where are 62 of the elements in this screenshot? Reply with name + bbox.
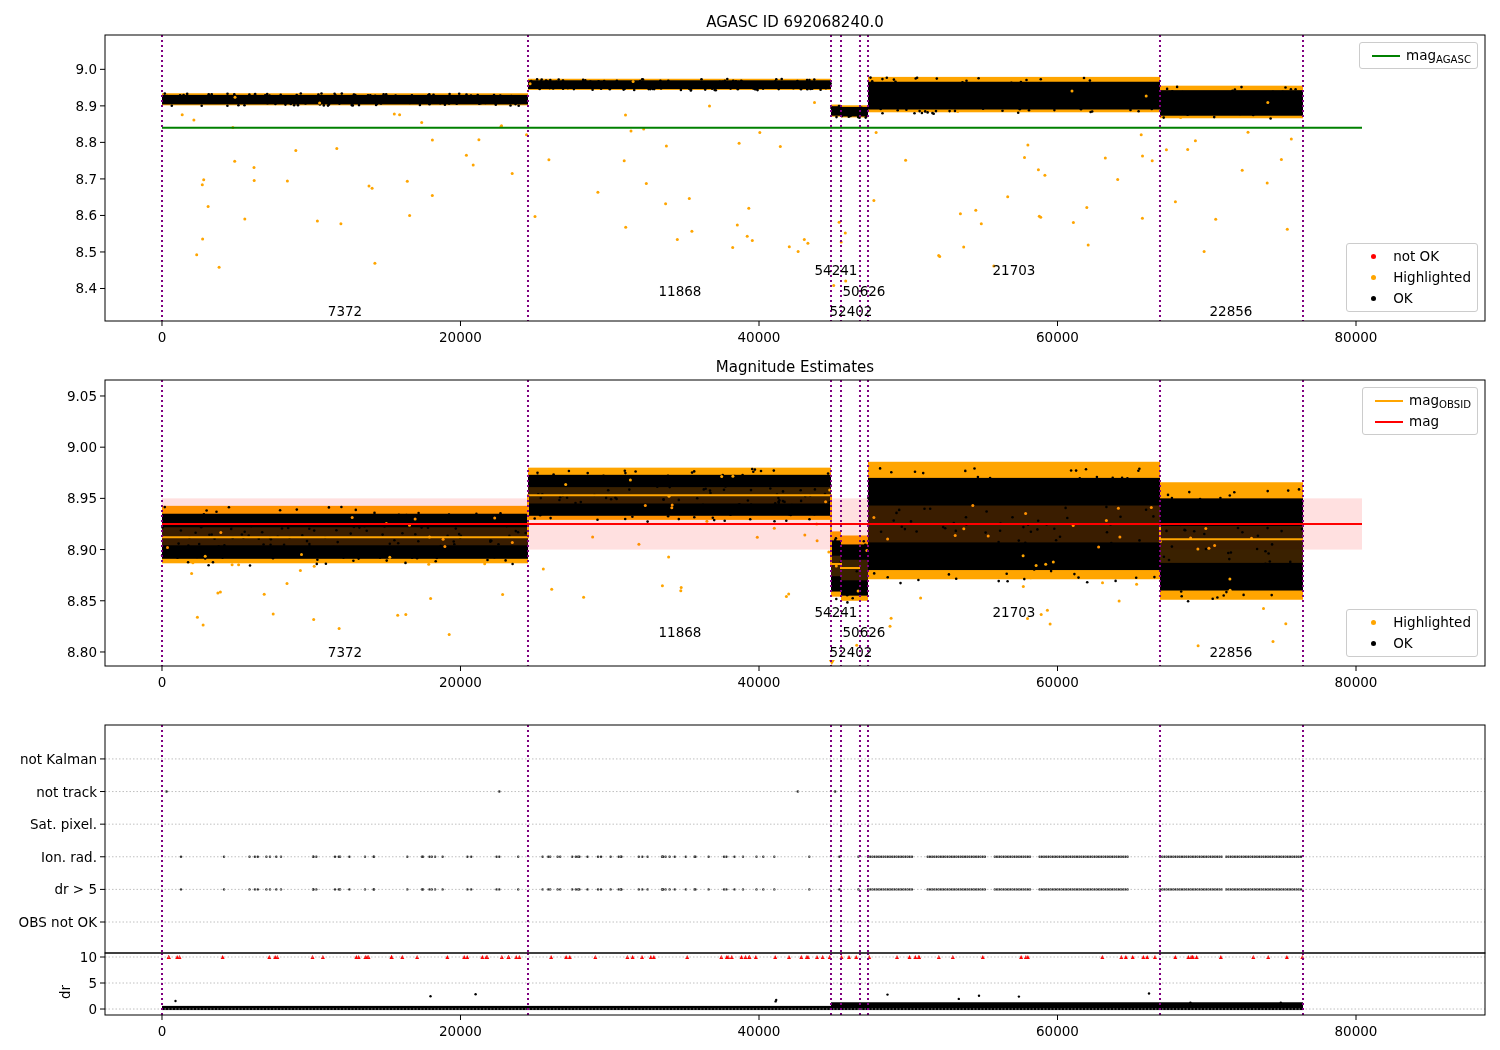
y-tick-label: 8.90 xyxy=(66,541,97,558)
x-tick-label: 60000 xyxy=(1036,674,1079,690)
x-tick-label: 60000 xyxy=(1036,1023,1079,1039)
x-tick-label: 40000 xyxy=(737,329,781,345)
y-tick-label: 8.6 xyxy=(75,207,97,224)
y-tick-label: not track xyxy=(36,783,97,800)
obsid-label: 52402 xyxy=(829,302,873,319)
obsid-label: 22856 xyxy=(1209,302,1253,319)
x-tick-label: 80000 xyxy=(1334,1023,1378,1039)
obsid-label: 21703 xyxy=(992,604,1036,621)
y-axis-label: dr xyxy=(57,984,73,1000)
x-tick-label: 0 xyxy=(157,674,167,690)
obsid-label: 50626 xyxy=(842,282,886,299)
obsid-label: 11868 xyxy=(658,282,702,299)
obsid-label: 11868 xyxy=(658,624,702,640)
legend-label: OK xyxy=(1393,289,1413,308)
obsid-label: 22856 xyxy=(1209,643,1253,660)
chart-title: AGASC ID 692068240.0 xyxy=(706,13,884,31)
x-tick-label: 40000 xyxy=(737,674,781,690)
y-tick-label: Ion. rad. xyxy=(40,848,97,865)
x-tick-label: 40000 xyxy=(737,1023,781,1039)
legend-label: Highlighted xyxy=(1393,268,1471,287)
legend-label: not OK xyxy=(1393,247,1440,266)
y-tick-label: 8.9 xyxy=(75,97,97,114)
legend-label: mag$_{OBSID}$ xyxy=(1409,391,1471,410)
y-tick-label: 0 xyxy=(88,1001,97,1017)
x-tick-label: 20000 xyxy=(439,674,482,690)
y-tick-label: 8.4 xyxy=(75,280,97,297)
obsid-label: 21703 xyxy=(992,262,1036,279)
obsid-label: 7372 xyxy=(327,302,363,319)
x-tick-label: 80000 xyxy=(1334,329,1378,345)
y-tick-label: OBS not OK xyxy=(18,914,97,930)
x-tick-label: 0 xyxy=(157,329,167,345)
y-tick-label: dr > 5 xyxy=(54,881,97,898)
legend-label: mag$_{AGASC}$ xyxy=(1406,46,1471,65)
y-tick-label: 9.0 xyxy=(75,61,97,78)
y-tick-label: 10 xyxy=(79,949,97,965)
y-tick-label: 8.5 xyxy=(75,243,97,260)
x-tick-label: 20000 xyxy=(439,1023,482,1039)
legend-label: mag xyxy=(1409,412,1440,431)
legend-label: Highlighted xyxy=(1393,613,1471,632)
chart-title: Magnitude Estimates xyxy=(715,358,875,376)
y-tick-label: 8.85 xyxy=(66,592,97,609)
y-tick-label: 8.7 xyxy=(75,170,97,187)
x-tick-label: 60000 xyxy=(1036,329,1079,345)
obsid-label: 54241 xyxy=(814,604,858,621)
legend-label: OK xyxy=(1393,634,1413,653)
obsid-label: 52402 xyxy=(829,643,873,660)
x-tick-label: 20000 xyxy=(439,329,482,345)
y-tick-label: 5 xyxy=(88,975,97,991)
obsid-label: 7372 xyxy=(327,643,363,660)
y-tick-label: 8.8 xyxy=(75,134,97,151)
y-tick-label: 8.80 xyxy=(66,643,97,660)
y-tick-label: 8.95 xyxy=(66,490,97,507)
y-tick-label: Sat. pixel. xyxy=(30,816,97,833)
obsid-label: 54241 xyxy=(814,262,858,279)
x-tick-label: 80000 xyxy=(1334,674,1378,690)
x-tick-label: 0 xyxy=(157,1023,167,1039)
y-tick-label: 9.00 xyxy=(66,439,97,456)
y-tick-label: not Kalman xyxy=(19,750,97,767)
obsid-label: 50626 xyxy=(842,624,886,640)
y-tick-label: 9.05 xyxy=(66,387,97,404)
